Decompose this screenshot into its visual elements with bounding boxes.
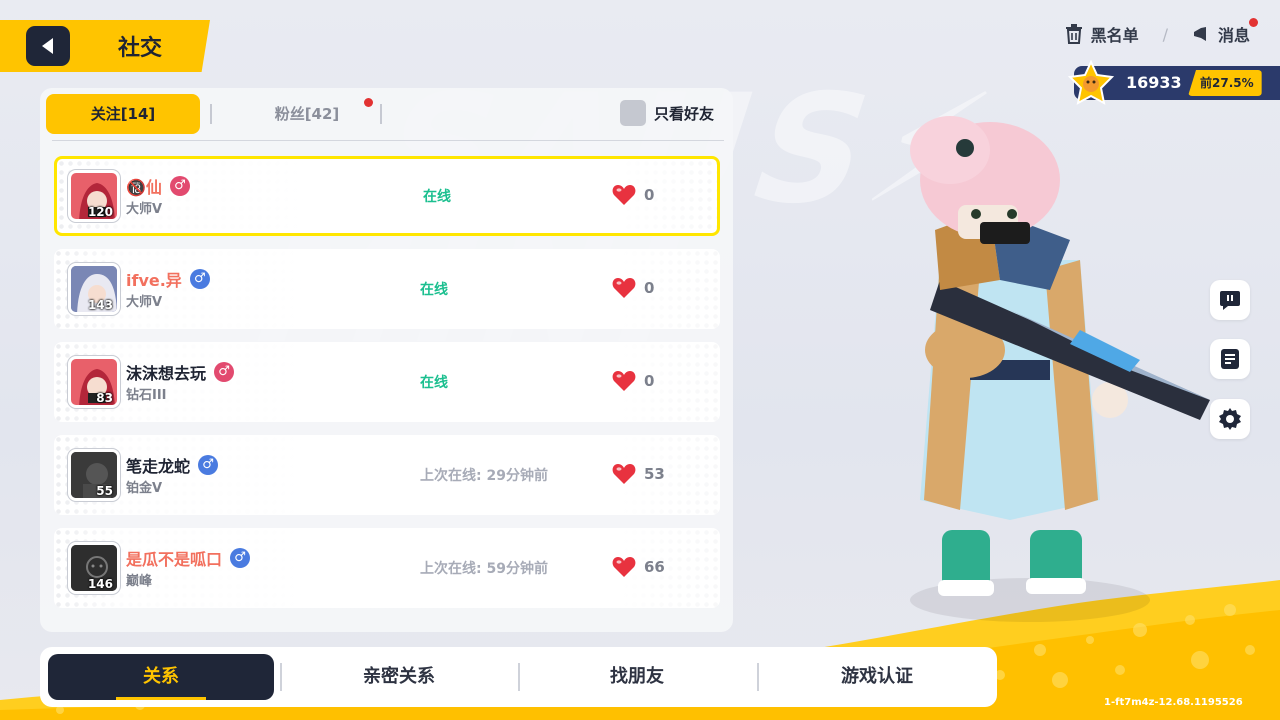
star-medal-icon [1068,60,1114,105]
avatar-level: 143 [87,298,113,312]
friend-likes: 53 [644,465,665,483]
avatar-level: 83 [96,391,113,405]
name-line: 是瓜不是呱口 ♂ [126,546,251,570]
nav-relationship[interactable]: 关系 [48,654,274,700]
notes-icon [1221,349,1239,369]
version-label: 1-ft7m4z-12.68.1195526 [1104,697,1243,708]
page-title: 社交 [118,36,163,61]
only-friends-toggle[interactable]: 只看好友 [619,100,714,126]
friend-row[interactable]: 146 是瓜不是呱口 ♂ 巅峰 上次在线: 59分钟前 66 [54,528,720,608]
friend-likes: 0 [644,279,655,297]
friend-row[interactable]: 55 笔走龙蛇 ♂ 铂金V 上次在线: 29分钟前 53 [54,435,720,515]
active-indicator [116,697,206,700]
avatar-level: 120 [87,205,113,219]
friend-rank: 大师V [126,295,163,310]
heart-icon [612,557,636,577]
friend-status: 在线 [423,189,451,205]
friend-likes: 0 [644,186,655,204]
friend-row[interactable]: 143 ifve.异 ♂ 大师V 在线 0 [54,249,720,329]
avatar[interactable]: 120 [68,170,120,222]
friend-rank: 大师V [126,202,163,217]
top-right-actions: 黑名单 / 消息 [1065,18,1258,46]
heart-icon [612,278,636,298]
tab-divider [380,104,382,124]
avatar[interactable]: 83 [68,356,120,408]
only-friends-label: 只看好友 [653,104,714,123]
nav-game-certification[interactable]: 游戏认证 [764,654,990,700]
friend-rank: 巅峰 [126,574,153,589]
tab-following[interactable]: 关注[14] [46,94,200,134]
avatar-level: 55 [96,484,113,498]
notes-button[interactable] [1210,339,1250,379]
messages-badge [1249,18,1258,27]
messages-label: 消息 [1217,26,1250,45]
avatar[interactable]: 143 [68,263,120,315]
tabs-divider [52,140,724,141]
back-button[interactable] [26,26,70,66]
trash-icon [1065,24,1082,44]
fans-badge [364,98,373,107]
name-line: 🔞仙 ♂ [126,174,190,198]
gender-male-icon: ♂ [198,455,219,475]
bottom-nav: 关系 亲密关系 找朋友 游戏认证 [40,647,997,707]
tab-divider [210,104,212,124]
gender-male-icon: ♂ [230,548,251,568]
nav-separator [518,663,520,691]
friend-rank: 铂金V [126,481,163,496]
nav-intimate[interactable]: 亲密关系 [286,654,512,700]
messages-button[interactable]: 消息 [1192,18,1258,46]
gear-icon [1219,408,1241,430]
nav-separator [757,663,759,691]
only-friends-checkbox[interactable] [619,100,646,126]
gender-male-icon: ♂ [189,269,210,289]
friends-tabs: 关注[14] 粉丝[42] 只看好友 [46,94,726,134]
friend-row[interactable]: 120 🔞仙 ♂ 大师V 在线 0 [54,156,720,236]
friend-rank: 钻石III [126,388,167,403]
friend-name: ifve.异 [126,271,182,290]
heart-icon [612,464,636,484]
chat-button[interactable] [1210,280,1250,320]
friend-likes: 66 [644,558,665,576]
friend-name: 🔞仙 [126,178,162,197]
friend-row[interactable]: 83 沫沫想去玩 ♂ 钻石III 在线 0 [54,342,720,422]
nav-separator [280,663,282,691]
heart-icon [612,185,636,205]
player-character [910,116,1210,622]
name-line: 沫沫想去玩 ♂ [126,360,235,384]
friend-name: 沫沫想去玩 [126,364,207,383]
score-pill[interactable]: 16933 前27.5% [1068,60,1280,105]
settings-button[interactable] [1210,399,1250,439]
name-line: ifve.异 ♂ [126,267,210,291]
gender-male-icon: ♂ [169,176,190,196]
gender-male-icon: ♂ [214,362,235,382]
chat-bubble-icon [1220,291,1240,310]
friend-status: 在线 [420,282,448,298]
avatar[interactable]: 146 [68,542,120,594]
nav-find-friends[interactable]: 找朋友 [524,654,750,700]
friend-likes: 0 [644,372,655,390]
nav-relationship-label: 关系 [143,666,179,687]
blacklist-button[interactable]: 黑名单 [1065,22,1139,46]
friend-name: 是瓜不是呱口 [126,550,223,569]
header-separator: / [1162,24,1168,44]
friend-status: 在线 [420,375,448,391]
friend-status: 上次在线: 59分钟前 [420,561,548,577]
friends-panel: 关注[14] 粉丝[42] 只看好友 120 🔞仙 ♂ 大师V 在线 0 143… [40,88,733,632]
friend-name: 笔走龙蛇 [126,457,191,476]
blacklist-label: 黑名单 [1090,26,1139,45]
avatar[interactable]: 55 [68,449,120,501]
name-line: 笔走龙蛇 ♂ [126,453,219,477]
heart-icon [612,371,636,391]
score-rank: 前27.5% [1188,70,1262,96]
score-value: 16933 [1126,73,1182,92]
back-arrow-icon [42,38,53,54]
tab-fans[interactable]: 粉丝[42] [232,94,382,134]
megaphone-icon [1193,27,1206,41]
avatar-level: 146 [87,577,113,591]
friend-status: 上次在线: 29分钟前 [420,468,548,484]
